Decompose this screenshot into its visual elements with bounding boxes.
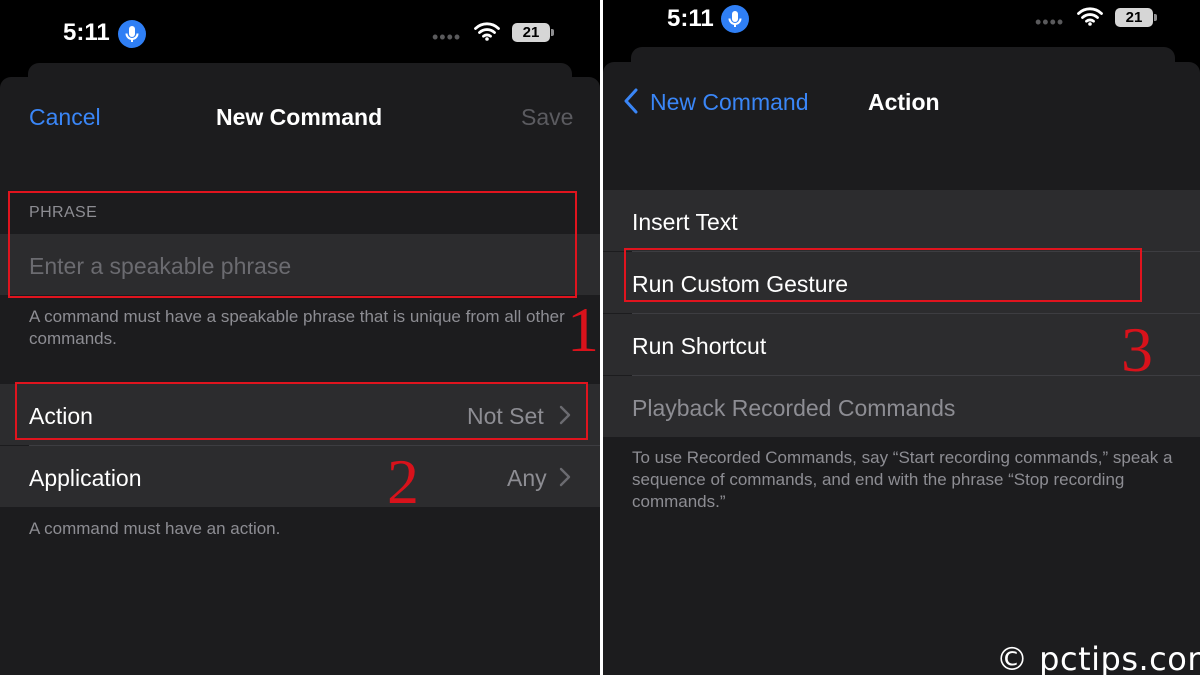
microphone-icon <box>118 20 146 48</box>
annotation-1: 1 <box>567 294 599 365</box>
option-label: Playback Recorded Commands <box>632 395 956 421</box>
battery-nub <box>1154 14 1157 21</box>
page-title: New Command <box>216 104 383 130</box>
status-time: 5:11 <box>63 19 110 46</box>
application-value: Any <box>507 465 547 491</box>
action-sheet: New Command Action Insert Text Run Custo… <box>603 62 1200 675</box>
annotation-2: 2 <box>387 446 419 517</box>
left-screen: 5:11 •••• 21 Cancel New Command Save PHR… <box>0 0 600 675</box>
gesture-highlight-box <box>624 248 1142 302</box>
battery-nub <box>551 29 554 36</box>
cellular-dots-icon: •••• <box>1035 12 1065 32</box>
chevron-left-icon[interactable] <box>623 87 639 120</box>
wifi-icon <box>474 21 500 46</box>
recorded-commands-footer: To use Recorded Commands, say “Start rec… <box>632 448 1173 511</box>
save-button[interactable]: Save <box>521 104 573 131</box>
cancel-button[interactable]: Cancel <box>29 104 101 131</box>
watermark: © pctips.com <box>996 640 1200 678</box>
application-label: Application <box>29 465 142 491</box>
annotation-3: 3 <box>1121 314 1153 385</box>
option-label: Insert Text <box>632 209 738 235</box>
battery-icon: 21 <box>512 23 550 42</box>
status-time: 5:11 <box>667 5 714 32</box>
option-playback-recorded-commands: Playback Recorded Commands <box>603 376 1200 437</box>
cellular-dots-icon: •••• <box>432 27 462 47</box>
microphone-icon <box>721 5 749 33</box>
chevron-right-icon <box>559 467 571 492</box>
back-button[interactable]: New Command <box>650 89 809 116</box>
option-insert-text[interactable]: Insert Text <box>603 190 1200 251</box>
phrase-footer: A command must have a speakable phrase t… <box>29 307 565 348</box>
wifi-icon <box>1077 6 1103 31</box>
battery-icon: 21 <box>1115 8 1153 27</box>
new-command-sheet: Cancel New Command Save PHRASE Enter a s… <box>0 77 600 675</box>
page-title: Action <box>868 89 940 115</box>
action-highlight-box <box>15 382 588 440</box>
option-label: Run Shortcut <box>632 333 767 359</box>
phrase-highlight-box <box>8 191 577 298</box>
right-screen: 5:11 •••• 21 New Command Action Insert T… <box>603 0 1200 675</box>
action-footer: A command must have an action. <box>29 519 281 538</box>
option-run-shortcut[interactable]: Run Shortcut <box>603 314 1200 375</box>
application-row[interactable]: Application Any <box>0 446 600 507</box>
